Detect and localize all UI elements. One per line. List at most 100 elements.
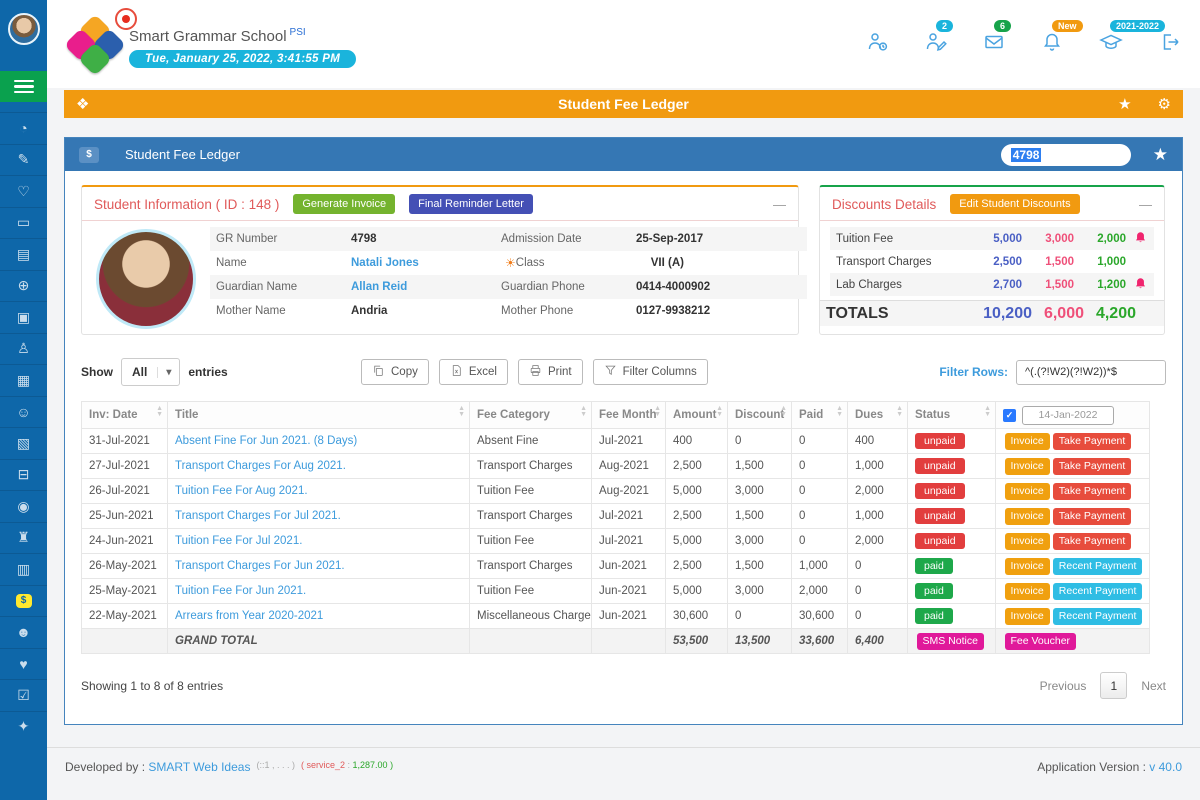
fee-title-link[interactable]: Transport Charges For Aug 2021.	[175, 460, 346, 472]
fee-title-link[interactable]: Tuition Fee For Aug 2021.	[175, 485, 308, 497]
column-header[interactable]: Paid▲▼	[792, 402, 848, 429]
filter-rows-input[interactable]	[1016, 360, 1166, 385]
sidebar-item-fee-card[interactable]: ▭	[0, 207, 47, 239]
sidebar-item-tasks[interactable]: ☑	[0, 679, 47, 711]
logout-icon[interactable]	[1158, 30, 1182, 59]
column-header[interactable]: Status▲▼	[908, 402, 996, 429]
status-badge[interactable]: unpaid	[915, 483, 965, 499]
status-badge[interactable]: paid	[915, 558, 953, 574]
invoice-button[interactable]: Invoice	[1005, 558, 1050, 575]
recent-payment-button[interactable]: Recent Payment	[1053, 558, 1143, 575]
copy-button[interactable]: Copy	[361, 359, 429, 385]
status-badge[interactable]: unpaid	[915, 508, 965, 524]
sidebar-item-admission[interactable]: ✎	[0, 144, 47, 176]
user-clock-icon[interactable]	[866, 30, 890, 59]
bell-icon[interactable]: New	[1040, 30, 1064, 59]
sms-notice-button[interactable]: SMS Notice	[917, 633, 984, 650]
invoice-button[interactable]: Invoice	[1005, 533, 1050, 550]
status-badge[interactable]: paid	[915, 583, 953, 599]
edit-discounts-button[interactable]: Edit Student Discounts	[950, 194, 1079, 214]
sidebar-item-id-card[interactable]: ▤	[0, 238, 47, 270]
panel-star-icon[interactable]: ★	[1153, 145, 1168, 165]
menu-toggle-button[interactable]	[0, 71, 47, 102]
next-button[interactable]: Next	[1141, 679, 1166, 693]
column-header[interactable]: Discount▲▼	[728, 402, 792, 429]
sidebar-item-website[interactable]: ⊕	[0, 270, 47, 302]
sidebar-item-dashboard[interactable]: ◔	[0, 112, 47, 144]
invoice-button[interactable]: Invoice	[1005, 508, 1050, 525]
take-payment-button[interactable]: Take Payment	[1053, 458, 1132, 475]
previous-button[interactable]: Previous	[1040, 679, 1087, 693]
filter-columns-button[interactable]: Filter Columns	[593, 359, 708, 385]
status-badge[interactable]: unpaid	[915, 458, 965, 474]
sidebar-item-transport[interactable]: ⊟	[0, 459, 47, 491]
info-value[interactable]: Allan Reid	[351, 281, 501, 293]
fee-title-link[interactable]: Tuition Fee For Jul 2021.	[175, 535, 302, 547]
sidebar-item-hostel[interactable]: ♜	[0, 522, 47, 554]
collapse-icon[interactable]: —	[773, 197, 786, 212]
sidebar-item-fees[interactable]: $	[0, 585, 47, 617]
invoice-button[interactable]: Invoice	[1005, 583, 1050, 600]
column-header[interactable]: Inv: Date▲▼	[82, 402, 168, 429]
take-payment-button[interactable]: Take Payment	[1053, 433, 1132, 450]
status-badge[interactable]: paid	[915, 608, 953, 624]
sidebar-item-certificate[interactable]: ✦	[0, 711, 47, 743]
column-header[interactable]: Dues▲▼	[848, 402, 908, 429]
status-badge[interactable]: unpaid	[915, 433, 965, 449]
reminder-bell-icon[interactable]	[1126, 276, 1148, 294]
sidebar-item-staff[interactable]: ☺	[0, 396, 47, 428]
graduation-cap-icon[interactable]: 2021-2022	[1098, 30, 1124, 59]
column-header[interactable]: Fee Month▲▼	[592, 402, 666, 429]
recent-payment-button[interactable]: Recent Payment	[1053, 583, 1143, 600]
gear-sun-icon[interactable]: ☀	[505, 256, 516, 270]
excel-button[interactable]: Excel	[439, 359, 508, 385]
date-filter-input[interactable]	[1022, 406, 1114, 425]
sidebar-item-accounts[interactable]: ◉	[0, 490, 47, 522]
reminder-bell-icon[interactable]	[1126, 230, 1148, 248]
info-value[interactable]: Natali Jones	[351, 257, 501, 269]
collapse-icon[interactable]: —	[1139, 197, 1152, 212]
sidebar-item-parents[interactable]: ☻	[0, 616, 47, 648]
fee-title-link[interactable]: Absent Fine For Jun 2021. (8 Days)	[175, 435, 357, 447]
page-1-button[interactable]: 1	[1100, 672, 1127, 699]
generate-invoice-button[interactable]: Generate Invoice	[293, 194, 395, 214]
fee-title-link[interactable]: Tuition Fee For Jun 2021.	[175, 585, 306, 597]
user-avatar[interactable]	[8, 13, 40, 45]
recent-payment-button[interactable]: Recent Payment	[1053, 608, 1143, 625]
user-edit-icon[interactable]: 2	[924, 30, 948, 59]
fee-title-link[interactable]: Arrears from Year 2020-2021	[175, 610, 323, 622]
column-header[interactable]: Fee Category▲▼	[470, 402, 592, 429]
column-header[interactable]: Amount▲▼	[666, 402, 728, 429]
sidebar-item-library[interactable]: ▥	[0, 553, 47, 585]
invoice-button[interactable]: Invoice	[1005, 433, 1050, 450]
final-reminder-button[interactable]: Final Reminder Letter	[409, 194, 533, 214]
sidebar-item-calendar[interactable]: ▦	[0, 364, 47, 396]
take-payment-button[interactable]: Take Payment	[1053, 533, 1132, 550]
search-input[interactable]: 4798	[1001, 144, 1131, 166]
sidebar-item-welfare[interactable]: ♥	[0, 648, 47, 680]
sidebar-item-gallery[interactable]: ▧	[0, 427, 47, 459]
developer-link[interactable]: SMART Web Ideas	[148, 760, 250, 774]
sidebar-item-bag[interactable]: ▣	[0, 301, 47, 333]
status-badge[interactable]: unpaid	[915, 533, 965, 549]
invoice-button[interactable]: Invoice	[1005, 483, 1050, 500]
sidebar-item-student[interactable]: ♙	[0, 333, 47, 365]
date-filter-checkbox[interactable]: ✓	[1003, 409, 1016, 422]
sidebar-item-health[interactable]: ♡	[0, 175, 47, 207]
take-payment-button[interactable]: Take Payment	[1053, 508, 1132, 525]
invoice-button[interactable]: Invoice	[1005, 608, 1050, 625]
column-header[interactable]: Title▲▼	[168, 402, 470, 429]
favorite-star-icon[interactable]: ★	[1118, 95, 1131, 113]
invoice-button[interactable]: Invoice	[1005, 458, 1050, 475]
fee-title-link[interactable]: Transport Charges For Jun 2021.	[175, 560, 345, 572]
mail-icon[interactable]: 6	[982, 30, 1006, 59]
take-payment-button[interactable]: Take Payment	[1053, 483, 1132, 500]
entries-select[interactable]: All ▾	[121, 358, 180, 386]
fee-voucher-button[interactable]: Fee Voucher	[1005, 633, 1077, 650]
settings-gears-icon[interactable]: ⚙	[1158, 95, 1171, 113]
grand-total-discount: 13,500	[728, 629, 792, 654]
fee-category-cell: Tuition Fee	[470, 479, 592, 504]
action-cell: InvoiceTake Payment	[996, 504, 1150, 529]
print-button[interactable]: Print	[518, 359, 583, 385]
fee-title-link[interactable]: Transport Charges For Jul 2021.	[175, 510, 341, 522]
